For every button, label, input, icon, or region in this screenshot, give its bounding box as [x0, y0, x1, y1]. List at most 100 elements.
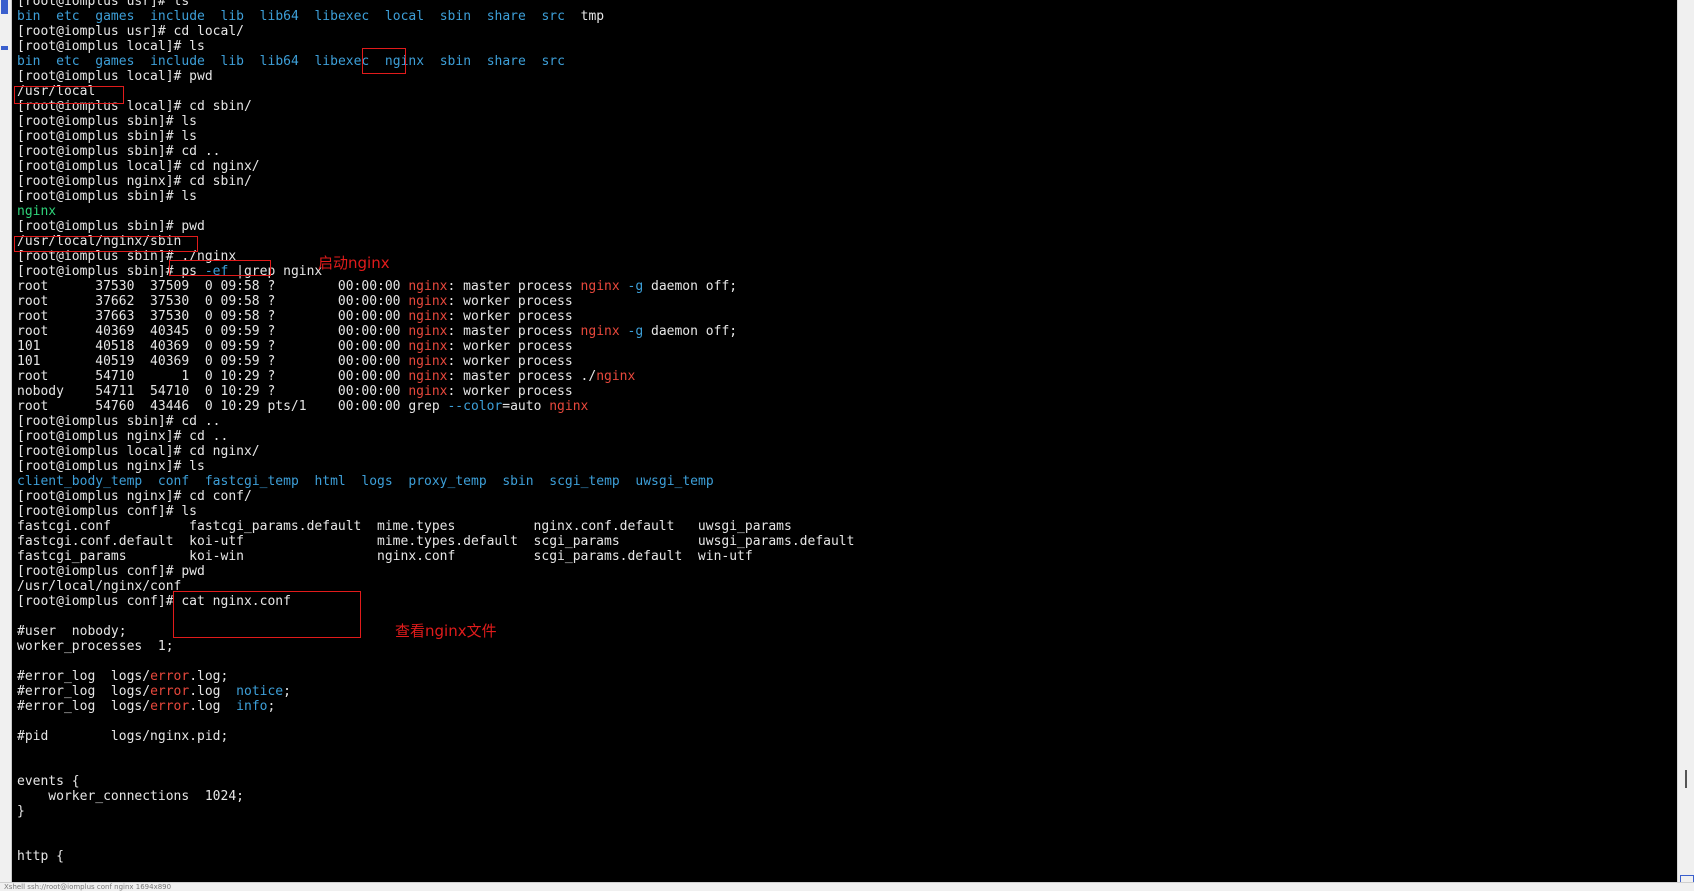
- terminal-text: fastcgi_temp: [204, 474, 299, 489]
- terminal-text: lib64: [259, 54, 299, 69]
- terminal-line: root 37530 37509 0 09:58 ? 00:00:00 ngin…: [17, 279, 854, 294]
- terminal-text: [root@iomplus local]# pwd: [17, 69, 213, 84]
- terminal-text: tmp: [564, 9, 605, 24]
- terminal-line: [root@iomplus nginx]# ls: [17, 459, 854, 474]
- terminal-text: proxy_temp: [408, 474, 487, 489]
- terminal-text: [root@iomplus conf]# pwd: [17, 564, 205, 579]
- terminal-text: }: [17, 804, 25, 819]
- terminal-text: share: [486, 9, 526, 24]
- terminal-text: nginx: [408, 339, 448, 354]
- terminal-line: [root@iomplus conf]# pwd: [17, 564, 854, 579]
- terminal-line: [root@iomplus local]# cd nginx/: [17, 159, 854, 174]
- terminal-text: scgi_temp: [549, 474, 620, 489]
- terminal-text: [root@iomplus sbin]# cd ..: [17, 414, 221, 429]
- terminal-window[interactable]: [root@iomplus usr]# ls bin etc games incl…: [12, 0, 1677, 882]
- terminal-text: root 37662 37530 0 09:58 ? 00:00:00: [17, 294, 409, 309]
- terminal-line: [root@iomplus sbin]# ps -ef |grep nginx: [17, 264, 854, 279]
- terminal-line: [root@iomplus nginx]# cd sbin/: [17, 174, 854, 189]
- terminal-text: ;: [267, 699, 276, 714]
- terminal-text: : worker process: [447, 294, 573, 309]
- terminal-line: [root@iomplus sbin]# pwd: [17, 219, 854, 234]
- terminal-line: events {: [17, 774, 854, 789]
- terminal-text: nginx: [408, 279, 448, 294]
- terminal-text: nginx: [596, 369, 636, 384]
- terminal-output: [root@iomplus usr]# ls bin etc games incl…: [17, 0, 854, 864]
- terminal-text: -g: [627, 279, 644, 294]
- terminal-line: client_body_temp conf fastcgi_temp html …: [17, 474, 854, 489]
- terminal-text: |grep nginx: [228, 264, 323, 279]
- terminal-line: [root@iomplus sbin]# ls: [17, 189, 854, 204]
- terminal-text: : master process: [447, 279, 581, 294]
- terminal-text: fastcgi_params koi-win nginx.conf scgi_p…: [17, 549, 753, 564]
- terminal-text: include: [150, 9, 205, 24]
- terminal-text: client_body_temp: [17, 474, 143, 489]
- terminal-text: lib: [220, 54, 245, 69]
- terminal-line: #error_log logs/error.log notice;: [17, 684, 854, 699]
- terminal-text: notice: [236, 684, 284, 699]
- terminal-line: root 54760 43446 0 10:29 pts/1 00:00:00 …: [17, 399, 854, 414]
- terminal-text: etc: [56, 9, 80, 24]
- annotation-start-nginx: 启动nginx: [318, 254, 390, 272]
- terminal-text: -ef: [204, 264, 229, 279]
- terminal-line: #pid logs/nginx.pid;: [17, 729, 854, 744]
- terminal-text: local: [384, 9, 425, 24]
- terminal-text: uwsgi_temp: [635, 474, 714, 489]
- terminal-line: /usr/local/nginx/sbin: [17, 234, 854, 249]
- terminal-text: [root@iomplus nginx]# cd ..: [17, 429, 229, 444]
- terminal-line: worker_processes 1;: [17, 639, 854, 654]
- terminal-text: bin: [17, 54, 41, 69]
- terminal-text: nginx: [408, 309, 448, 324]
- scrollbar-thumb[interactable]: [1685, 770, 1687, 788]
- terminal-text: [root@iomplus sbin]# ls: [17, 129, 198, 144]
- terminal-text: nginx: [384, 54, 425, 69]
- terminal-text: : worker process: [447, 339, 573, 354]
- terminal-text: etc: [56, 54, 80, 69]
- terminal-text: : master process: [447, 324, 581, 339]
- terminal-text: root 54710 1 0 10:29 ? 00:00:00: [17, 369, 409, 384]
- terminal-text: lib64: [259, 9, 299, 24]
- terminal-text: daemon off;: [643, 279, 738, 294]
- terminal-text: worker_connections 1024;: [17, 789, 244, 804]
- terminal-text: [root@iomplus conf]# cat nginx.conf: [17, 594, 291, 609]
- terminal-line: [root@iomplus sbin]# ls: [17, 114, 854, 129]
- terminal-line: bin etc games include lib lib64 libexec …: [17, 54, 854, 69]
- vertical-scrollbar[interactable]: [1677, 0, 1694, 882]
- terminal-text: nginx: [408, 369, 448, 384]
- terminal-text: .log;: [189, 669, 229, 684]
- terminal-text: nobody 54711 54710 0 10:29 ? 00:00:00: [17, 384, 409, 399]
- terminal-line: [root@iomplus sbin]# cd ..: [17, 144, 854, 159]
- terminal-text: nginx: [408, 354, 448, 369]
- terminal-text: games: [95, 9, 135, 24]
- gutter-marker: [1, 0, 8, 14]
- terminal-text: error: [150, 669, 190, 684]
- terminal-text: /usr/local/nginx/conf: [17, 579, 182, 594]
- terminal-text: src: [541, 54, 565, 69]
- terminal-text: /usr/local: [17, 84, 96, 99]
- terminal-line: #error_log logs/error.log info;: [17, 699, 854, 714]
- terminal-text: nginx: [580, 279, 620, 294]
- gutter-marker: [1, 46, 8, 50]
- terminal-text: sbin: [502, 474, 534, 489]
- terminal-text: games: [95, 54, 135, 69]
- terminal-text: : worker process: [447, 354, 573, 369]
- terminal-text: =auto: [502, 399, 550, 414]
- terminal-text: [root@iomplus sbin]# ./nginx: [17, 249, 237, 264]
- annotation-view-nginx-file: 查看nginx文件: [395, 622, 497, 640]
- terminal-line: [root@iomplus usr]# ls: [17, 0, 854, 9]
- terminal-line: }: [17, 804, 854, 819]
- terminal-text: [root@iomplus sbin]# ls: [17, 114, 198, 129]
